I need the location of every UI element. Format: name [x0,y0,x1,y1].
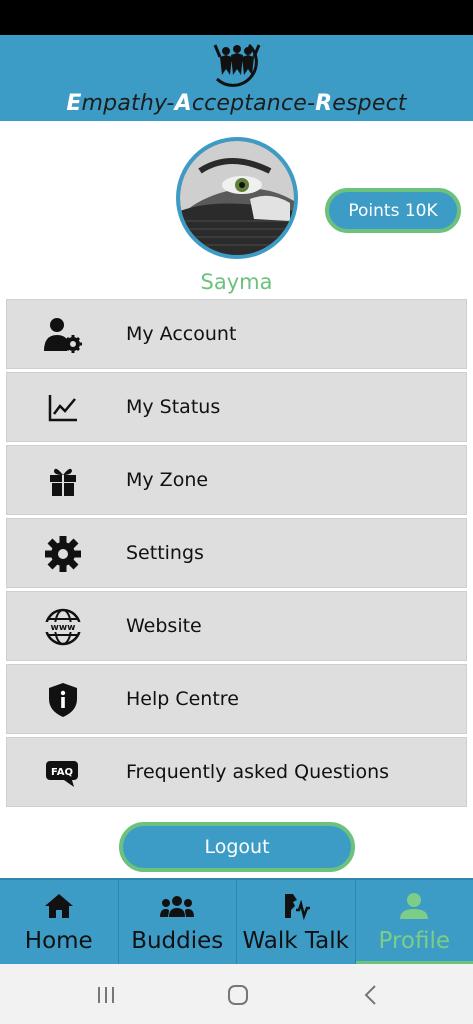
bottom-nav: Home Buddies Walk Talk Profile [0,878,473,964]
faq-icon: FAQ [43,755,83,791]
globe-www-icon: www [43,608,83,646]
line-chart-icon [43,390,83,426]
menu-item-label: My Status [126,396,221,418]
tab-label: Buddies [131,928,224,954]
tab-label: Profile [378,928,450,954]
menu-item-my-account[interactable]: My Account [6,299,467,369]
app-title: Empathy-Acceptance-Respect [0,91,473,116]
menu-item-label: My Zone [126,469,209,491]
logout-button[interactable]: Logout [119,822,355,872]
tab-profile[interactable]: Profile [355,880,473,964]
user-gear-icon [43,317,83,353]
system-nav-bar [0,964,473,1024]
menu-item-label: Settings [126,542,204,564]
menu-item-label: Help Centre [126,688,239,710]
tab-walk-talk[interactable]: Walk Talk [237,880,356,964]
menu-item-faq[interactable]: FAQ Frequently asked Questions [6,737,467,807]
gift-icon [43,463,83,499]
menu-item-label: My Account [126,323,237,345]
svg-text:FAQ: FAQ [51,767,73,778]
people-hands-logo-icon [213,43,261,87]
app-header: Empathy-Acceptance-Respect [0,35,473,121]
person-icon [356,892,473,920]
menu-item-settings[interactable]: Settings [6,518,467,588]
title-rest-2: cceptance- [191,91,316,116]
svg-text:www: www [51,623,76,633]
menu-item-website[interactable]: www Website [6,591,467,661]
group-icon [119,892,237,920]
user-name: Sayma [200,270,273,294]
title-rest-1: mpathy- [81,91,175,116]
gear-icon [43,536,83,572]
tab-buddies[interactable]: Buddies [119,880,237,964]
tab-label: Home [24,928,93,954]
recent-apps-icon[interactable] [91,982,121,1008]
home-button-icon[interactable] [223,982,253,1008]
status-bar [0,0,473,35]
menu-item-label: Frequently asked Questions [126,761,390,783]
title-cap-1: E [66,91,82,116]
tab-home[interactable]: Home [0,880,119,964]
home-icon [0,892,118,920]
avatar[interactable] [176,137,298,259]
shield-info-icon [43,682,83,718]
menu-item-help-centre[interactable]: Help Centre [6,664,467,734]
title-rest-3: espect [332,91,407,116]
menu-item-label: Website [126,615,202,637]
back-icon[interactable] [356,982,386,1008]
title-cap-2: A [174,91,192,116]
title-cap-3: R [315,91,333,116]
user-photo-icon [180,141,294,255]
profile-menu: My Account My Status My Zone Settings ww… [6,299,467,810]
walk-talk-icon [237,892,355,920]
menu-item-my-status[interactable]: My Status [6,372,467,442]
points-button[interactable]: Points 10K [325,188,461,233]
tab-label: Walk Talk [242,928,349,954]
menu-item-my-zone[interactable]: My Zone [6,445,467,515]
